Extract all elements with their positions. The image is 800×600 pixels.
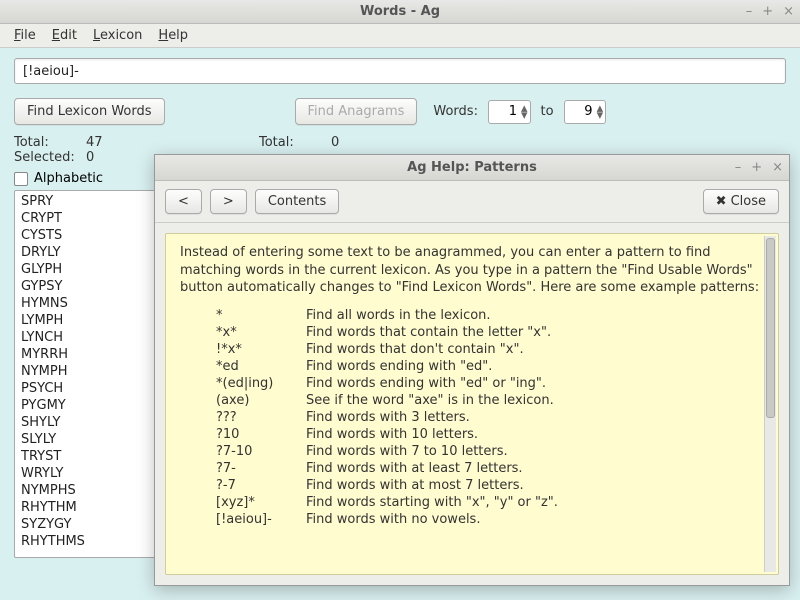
description-cell: Find words with 10 letters.	[306, 426, 558, 443]
find-lexicon-words-button[interactable]: Find Lexicon Words	[14, 98, 165, 125]
table-row: [xyz]*Find words starting with "x", "y" …	[216, 494, 558, 511]
description-cell: Find words that contain the letter "x".	[306, 324, 558, 341]
description-cell: Find words ending with "ed" or "ing".	[306, 375, 558, 392]
minimize-icon[interactable]: –	[735, 160, 742, 175]
description-cell: Find words starting with "x", "y" or "z"…	[306, 494, 558, 511]
help-patterns-table: *Find all words in the lexicon.*x*Find w…	[216, 307, 558, 528]
close-icon[interactable]: ×	[783, 4, 794, 19]
pattern-input[interactable]	[14, 58, 786, 84]
help-intro: Instead of entering some text to be anag…	[180, 244, 764, 297]
pattern-cell: [xyz]*	[216, 494, 306, 511]
words-label: Words:	[433, 104, 478, 119]
down-icon[interactable]: ▾	[597, 112, 604, 119]
description-cell: See if the word "axe" is in the lexicon.	[306, 392, 558, 409]
description-cell: Find words with 7 to 10 letters.	[306, 443, 558, 460]
pattern-cell: !*x*	[216, 341, 306, 358]
total-value: 47	[86, 135, 103, 150]
menu-lexicon[interactable]: Lexicon	[87, 26, 148, 45]
table-row: ?-7Find words with at most 7 letters.	[216, 477, 558, 494]
table-row: *x*Find words that contain the letter "x…	[216, 324, 558, 341]
help-window-controls: – + ×	[735, 160, 783, 175]
words-to-label: to	[541, 104, 554, 119]
main-window-title: Words - Ag	[360, 4, 440, 19]
help-body: Instead of entering some text to be anag…	[165, 233, 779, 575]
table-row: ?7-10Find words with 7 to 10 letters.	[216, 443, 558, 460]
controls-row: Find Lexicon Words Find Anagrams Words: …	[14, 98, 786, 125]
selected-label: Selected:	[14, 150, 86, 165]
table-row: *(ed|ing)Find words ending with "ed" or …	[216, 375, 558, 392]
help-scrollbar[interactable]	[764, 236, 776, 572]
description-cell: Find all words in the lexicon.	[306, 307, 558, 324]
help-toolbar: < > Contents ✖Close	[155, 181, 789, 223]
alphabetic-checkbox[interactable]	[14, 172, 28, 186]
pattern-cell: (axe)	[216, 392, 306, 409]
help-forward-button[interactable]: >	[210, 189, 247, 214]
pattern-cell: ?10	[216, 426, 306, 443]
main-titlebar: Words - Ag – + ×	[0, 0, 800, 24]
menu-edit[interactable]: Edit	[46, 26, 83, 45]
pattern-cell: *	[216, 307, 306, 324]
table-row: ?7-Find words with at least 7 letters.	[216, 460, 558, 477]
pattern-cell: [!aeiou]-	[216, 511, 306, 528]
pattern-cell: ?7-	[216, 460, 306, 477]
words-to-stepper[interactable]: ▴▾	[564, 100, 607, 124]
description-cell: Find words that don't contain "x".	[306, 341, 558, 358]
selected-value: 0	[86, 150, 94, 165]
pattern-cell: ???	[216, 409, 306, 426]
description-cell: Find words with at least 7 letters.	[306, 460, 558, 477]
words-from-input[interactable]	[495, 104, 517, 119]
help-contents-button[interactable]: Contents	[255, 189, 339, 214]
minimize-icon[interactable]: –	[746, 4, 753, 19]
table-row: ?10Find words with 10 letters.	[216, 426, 558, 443]
down-icon[interactable]: ▾	[521, 112, 528, 119]
description-cell: Find words with at most 7 letters.	[306, 477, 558, 494]
close-icon[interactable]: ×	[772, 160, 783, 175]
help-titlebar: Ag Help: Patterns – + ×	[155, 155, 789, 181]
find-anagrams-button: Find Anagrams	[295, 98, 418, 125]
table-row: ???Find words with 3 letters.	[216, 409, 558, 426]
table-row: *edFind words ending with "ed".	[216, 358, 558, 375]
help-close-button[interactable]: ✖Close	[703, 189, 779, 214]
maximize-icon[interactable]: +	[751, 160, 762, 175]
table-row: !*x*Find words that don't contain "x".	[216, 341, 558, 358]
menu-file[interactable]: File	[8, 26, 42, 45]
description-cell: Find words with 3 letters.	[306, 409, 558, 426]
total-label: Total:	[14, 135, 86, 150]
pattern-cell: ?7-10	[216, 443, 306, 460]
menubar: File Edit Lexicon Help	[0, 24, 800, 48]
pattern-cell: ?-7	[216, 477, 306, 494]
words-from-stepper[interactable]: ▴▾	[488, 100, 531, 124]
maximize-icon[interactable]: +	[762, 4, 773, 19]
description-cell: Find words ending with "ed".	[306, 358, 558, 375]
help-window-title: Ag Help: Patterns	[407, 160, 537, 175]
close-icon: ✖	[716, 194, 727, 209]
main-window-controls: – + ×	[746, 4, 794, 19]
menu-help[interactable]: Help	[152, 26, 194, 45]
help-back-button[interactable]: <	[165, 189, 202, 214]
scrollbar-thumb[interactable]	[766, 238, 775, 418]
words-to-input[interactable]	[571, 104, 593, 119]
description-cell: Find words with no vowels.	[306, 511, 558, 528]
help-window: Ag Help: Patterns – + × < > Contents ✖Cl…	[154, 154, 790, 586]
alphabetic-label: Alphabetic	[34, 171, 103, 186]
pattern-cell: *(ed|ing)	[216, 375, 306, 392]
table-row: [!aeiou]-Find words with no vowels.	[216, 511, 558, 528]
pattern-cell: *ed	[216, 358, 306, 375]
table-row: (axe)See if the word "axe" is in the lex…	[216, 392, 558, 409]
pattern-cell: *x*	[216, 324, 306, 341]
table-row: *Find all words in the lexicon.	[216, 307, 558, 324]
